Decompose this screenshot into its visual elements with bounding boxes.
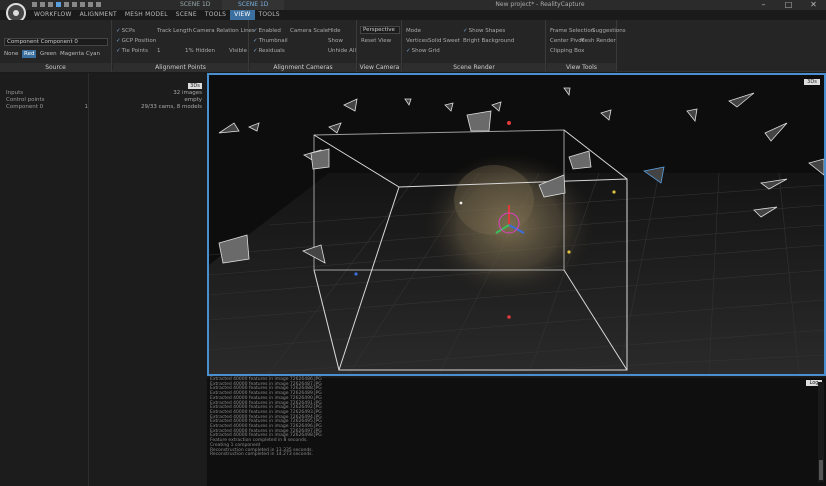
- scene-canvas[interactable]: [209, 75, 824, 374]
- show-grid-checkbox[interactable]: Show Grid: [406, 48, 440, 54]
- menu-scene[interactable]: SCENE: [172, 10, 201, 20]
- open-icon[interactable]: [40, 2, 45, 7]
- show-shapes-checkbox[interactable]: Show Shapes: [463, 28, 506, 34]
- menu-alignment[interactable]: ALIGNMENT: [76, 10, 121, 20]
- control-point-marker[interactable]: [459, 201, 463, 205]
- close-button[interactable]: ✕: [801, 0, 826, 10]
- alignment-cameras-label: Alignment Cameras: [250, 63, 356, 72]
- track-length-label: Track Length: [157, 28, 193, 34]
- panel-divider[interactable]: [88, 73, 89, 486]
- point-cloud-core: [454, 165, 534, 235]
- thumbnail-checkbox[interactable]: Thumbnail: [253, 38, 288, 44]
- viewport-layout-badge[interactable]: 3Ds: [804, 79, 820, 85]
- alignment-cameras-group: Enabled Thumbnail Residuals Camera Scale…: [250, 20, 357, 72]
- menu-workflow[interactable]: WORKFLOW: [30, 10, 76, 20]
- redo-icon[interactable]: [96, 2, 101, 7]
- save-icon[interactable]: [48, 2, 53, 7]
- color-cyan[interactable]: Cyan: [84, 50, 102, 58]
- component-select[interactable]: Component Component 0: [4, 38, 108, 46]
- alignment-points-group: SCPs GCP Position Tie Points Track Lengt…: [113, 20, 255, 72]
- view-tools-label: View Tools: [547, 63, 616, 72]
- alignment-points-label: Alignment Points: [113, 63, 248, 72]
- menu-tools[interactable]: TOOLS: [201, 10, 230, 20]
- panel-layout-badge[interactable]: 3Ds: [188, 83, 202, 89]
- clipping-box-button[interactable]: Clipping Box: [550, 48, 584, 54]
- scps-checkbox[interactable]: SCPs: [116, 28, 135, 34]
- info-images: 32 images: [173, 90, 202, 96]
- enabled-checkbox[interactable]: Enabled: [253, 28, 281, 34]
- console-log: Extracted 40000 features in image 726264…: [207, 377, 826, 486]
- window-controls: – □ ✕: [751, 0, 826, 10]
- quick-access-toolbar[interactable]: [32, 2, 101, 7]
- menu-mesh-model[interactable]: MESH MODEL: [121, 10, 172, 20]
- track-length-value[interactable]: 1: [157, 48, 161, 54]
- log-lines: Extracted 40000 features in image 726264…: [210, 377, 322, 458]
- scene-render-group: Mode Vertices Solid Sweet Show Grid Show…: [403, 20, 546, 72]
- menu-tools-2[interactable]: TOOLS: [255, 10, 284, 20]
- camera-relation-lines[interactable]: Camera Relation Lines: [193, 28, 255, 34]
- title-bar: SCENE 1D SCENE 1D New project* - Reality…: [0, 0, 826, 10]
- gcp-position-checkbox[interactable]: GCP Position: [116, 38, 157, 44]
- control-point-marker[interactable]: [612, 190, 616, 194]
- center-pivot-button[interactable]: Center Pivot: [550, 38, 584, 44]
- minimize-button[interactable]: –: [751, 0, 776, 10]
- source-group-label: Source: [0, 63, 111, 72]
- mode-solid[interactable]: Solid: [428, 38, 441, 44]
- color-magenta[interactable]: Magenta: [58, 50, 86, 58]
- mode-vertices[interactable]: Vertices: [406, 38, 428, 44]
- undo-icon[interactable]: [88, 2, 93, 7]
- mode-sweet[interactable]: Sweet: [443, 38, 460, 44]
- color-red[interactable]: Red: [22, 50, 37, 58]
- maximize-button[interactable]: □: [776, 0, 801, 10]
- bright-background-button[interactable]: Bright Background: [463, 38, 514, 44]
- view-camera-label: View Camera: [358, 63, 401, 72]
- color-none[interactable]: None: [2, 50, 20, 58]
- layout-2-icon[interactable]: [64, 2, 69, 7]
- unhide-all-button[interactable]: Unhide All: [328, 48, 356, 54]
- project-panel: Inputs Control points Component 0 1 3Ds …: [0, 73, 206, 486]
- control-point-marker[interactable]: [567, 250, 571, 254]
- source-group: Component Component 0 None Red Green Mag…: [0, 20, 112, 72]
- log-line: Reconstruction completed in 14.273 secon…: [210, 452, 313, 458]
- tree-inputs[interactable]: Inputs: [6, 90, 23, 96]
- console-scrollbar[interactable]: [818, 382, 824, 482]
- control-point-marker[interactable]: [354, 272, 358, 276]
- color-green[interactable]: Green: [38, 50, 59, 58]
- tree-component-0-value: 1: [84, 104, 89, 110]
- frame-selection-button[interactable]: Frame Selection: [550, 28, 594, 34]
- scene-tab-2[interactable]: SCENE 1D: [222, 0, 285, 10]
- scene-render-label: Scene Render: [403, 63, 545, 72]
- layout-4-icon[interactable]: [80, 2, 85, 7]
- hide-button[interactable]: Hide: [328, 28, 341, 34]
- show-button[interactable]: Show: [328, 38, 343, 44]
- tree-control-points[interactable]: Control points: [6, 97, 45, 103]
- hidden-label: 1% Hidden: [185, 48, 215, 54]
- layout-3-icon[interactable]: [72, 2, 77, 7]
- info-component: 29/33 cams, 8 models: [141, 104, 202, 110]
- reset-view-button[interactable]: Reset View: [361, 38, 391, 44]
- menu-view[interactable]: VIEW: [230, 10, 255, 20]
- mesh-render-button[interactable]: Mesh Render: [580, 38, 616, 44]
- tree-component-0[interactable]: Component 0: [6, 104, 43, 110]
- main-menu: WORKFLOW ALIGNMENT MESH MODEL SCENE TOOL…: [30, 10, 284, 20]
- control-point-marker[interactable]: [507, 315, 511, 319]
- projection-select[interactable]: Perspective: [360, 26, 400, 34]
- render-mode-label: Mode: [406, 28, 421, 34]
- visible-label: Visible: [229, 48, 247, 54]
- layout-icon[interactable]: [56, 2, 61, 7]
- 3d-viewport[interactable]: 3Ds: [207, 73, 826, 376]
- tie-points-checkbox[interactable]: Tie Points: [116, 48, 148, 54]
- suggestions-button[interactable]: Suggestions: [592, 28, 626, 34]
- residuals-checkbox[interactable]: Residuals: [253, 48, 285, 54]
- info-control-points: empty: [184, 97, 202, 103]
- window-title: New project* - RealityCapture: [495, 1, 585, 8]
- camera-scale-label[interactable]: Camera Scale: [290, 28, 328, 34]
- new-icon[interactable]: [32, 2, 37, 7]
- scene-tab-1[interactable]: SCENE 1D: [164, 0, 226, 10]
- control-point-marker[interactable]: [507, 121, 511, 125]
- ribbon: Component Component 0 None Red Green Mag…: [0, 20, 826, 72]
- view-camera-group: Perspective Reset View View Camera: [358, 20, 402, 72]
